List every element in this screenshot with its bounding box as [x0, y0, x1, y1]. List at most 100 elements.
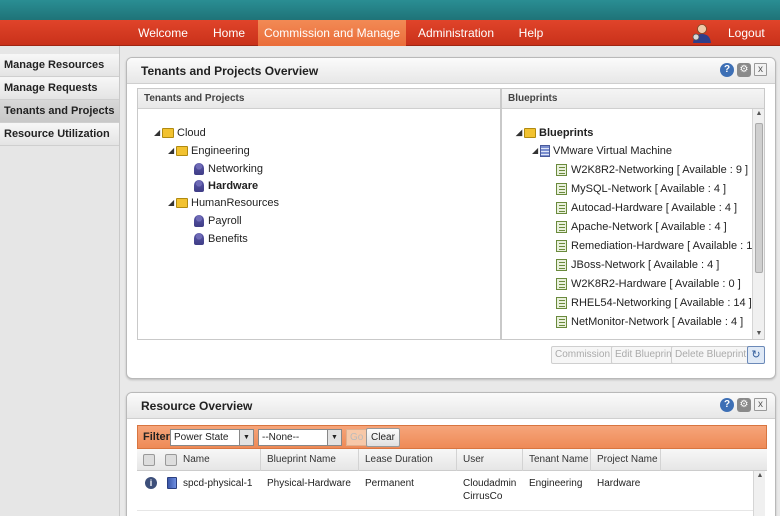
blueprint-label: MySQL-Network [ Available : 4 ]: [571, 183, 727, 195]
sidebar-item-tenants-and-projects[interactable]: Tenants and Projects: [0, 100, 119, 123]
panel-tools: ? ⚙ x: [720, 63, 767, 77]
filter-value-select[interactable]: --None-- ▼: [258, 429, 342, 446]
tree-label: Benefits: [208, 233, 248, 245]
column-select-icon[interactable]: [143, 454, 155, 466]
blueprint-item[interactable]: Remediation-Hardware [ Available : 1 ]: [556, 238, 759, 254]
column-header-lease[interactable]: Lease Duration: [359, 449, 457, 471]
tree-node-benefits[interactable]: Benefits: [194, 231, 248, 247]
blueprint-item[interactable]: MySQL-Network [ Available : 4 ]: [556, 181, 726, 197]
tree-node-payroll[interactable]: Payroll: [194, 213, 242, 229]
cell-blueprint: Physical-Hardware: [267, 478, 351, 489]
tree-node-humanresources[interactable]: ◢ HumanResources: [168, 195, 279, 211]
blueprint-item[interactable]: JBoss-Network [ Available : 4 ]: [556, 257, 719, 273]
collapse-arrow-icon[interactable]: ◢: [154, 125, 162, 141]
blueprint-item[interactable]: RHEL54-Networking [ Available : 14 ]: [556, 295, 752, 311]
cell-user-line-1: Cloudadmin: [463, 478, 517, 489]
close-icon[interactable]: x: [754, 398, 767, 411]
gear-icon[interactable]: ⚙: [737, 398, 751, 412]
left-sidebar: Manage Resources Manage Requests Tenants…: [0, 46, 120, 516]
close-icon[interactable]: x: [754, 63, 767, 76]
blueprint-icon: [556, 202, 567, 214]
blueprint-label: Remediation-Hardware [ Available : 1 ]: [571, 240, 759, 252]
panel-title: Tenants and Projects Overview: [141, 64, 319, 78]
column-header-name[interactable]: Name: [177, 449, 261, 471]
blueprint-icon: [556, 164, 567, 176]
tenants-projects-panel: Tenants and Projects Overview ? ⚙ x Tena…: [126, 57, 776, 379]
blueprint-icon: [556, 259, 567, 271]
column-header-project[interactable]: Project Name: [591, 449, 661, 471]
nav-home[interactable]: Home: [200, 20, 258, 46]
blueprint-item[interactable]: Apache-Network [ Available : 4 ]: [556, 219, 727, 235]
scroll-down-icon[interactable]: ▼: [753, 329, 765, 339]
tree-node-networking[interactable]: Networking: [194, 161, 263, 177]
blueprint-label: RHEL54-Networking [ Available : 14 ]: [571, 297, 752, 309]
chevron-down-icon[interactable]: ▼: [327, 430, 341, 445]
nav-welcome[interactable]: Welcome: [128, 20, 198, 46]
scroll-up-icon[interactable]: ▲: [754, 471, 766, 481]
cell-project: Hardware: [597, 478, 641, 489]
gear-icon[interactable]: ⚙: [737, 63, 751, 77]
tree-node-cloud[interactable]: ◢ Cloud: [154, 125, 206, 141]
tree-label: Cloud: [177, 127, 206, 139]
blueprint-item[interactable]: Autocad-Hardware [ Available : 4 ]: [556, 200, 737, 216]
select-value: --None--: [262, 432, 300, 443]
sidebar-item-resource-utilization[interactable]: Resource Utilization: [0, 123, 119, 146]
go-button[interactable]: Go: [346, 429, 368, 446]
help-icon[interactable]: ?: [720, 63, 734, 77]
cell-user-line-2: CirrusCo: [463, 491, 503, 502]
server-icon: [167, 477, 177, 489]
blueprint-icon: [556, 183, 567, 195]
tree-node-hardware[interactable]: Hardware: [194, 178, 258, 194]
scroll-thumb[interactable]: [755, 123, 763, 273]
info-icon[interactable]: i: [145, 477, 157, 489]
tree-node-vmware[interactable]: ◢ VMware Virtual Machine: [532, 143, 672, 159]
column-header-user[interactable]: User: [457, 449, 523, 471]
power-state-select[interactable]: Power State ▼: [170, 429, 254, 446]
help-icon[interactable]: ?: [720, 398, 734, 412]
blueprint-label: JBoss-Network [ Available : 4 ]: [571, 259, 720, 271]
tree-node-blueprints[interactable]: ◢ Blueprints: [516, 125, 593, 141]
edit-blueprint-button[interactable]: Edit Blueprint: [611, 346, 679, 364]
blueprint-icon: [556, 240, 567, 252]
project-icon: [194, 233, 204, 245]
column-header-blueprint[interactable]: Blueprint Name: [261, 449, 359, 471]
logout-link[interactable]: Logout: [728, 20, 765, 46]
refresh-icon[interactable]: ↻: [747, 346, 765, 364]
tree-label: Blueprints: [539, 127, 594, 139]
blueprint-icon: [556, 297, 567, 309]
scroll-up-icon[interactable]: ▲: [753, 109, 765, 119]
commission-button[interactable]: Commission: [551, 346, 615, 364]
folder-icon: [524, 128, 536, 138]
project-icon: [194, 180, 204, 192]
collapse-arrow-icon[interactable]: ◢: [516, 125, 524, 141]
filter-bar: Filter Power State ▼ --None-- ▼ Go Clear: [137, 425, 767, 449]
blueprint-icon: [556, 278, 567, 290]
collapse-arrow-icon[interactable]: ◢: [168, 143, 176, 159]
column-header-tenant[interactable]: Tenant Name: [523, 449, 591, 471]
blueprint-item[interactable]: W2K8R2-Hardware [ Available : 0 ]: [556, 276, 741, 292]
tree-node-engineering[interactable]: ◢ Engineering: [168, 143, 250, 159]
resource-scrollbar[interactable]: ▲: [753, 471, 765, 516]
blueprint-item[interactable]: NetMonitor-Network [ Available : 4 ]: [556, 314, 743, 330]
column-type-icon[interactable]: [165, 454, 177, 466]
collapse-arrow-icon[interactable]: ◢: [532, 143, 540, 159]
tree-label: Hardware: [208, 180, 259, 192]
nav-administration[interactable]: Administration: [408, 20, 504, 46]
blueprints-scrollbar[interactable]: ▲ ▼: [752, 109, 764, 339]
clear-button[interactable]: Clear: [366, 428, 400, 447]
cell-user: Cloudadmin CirrusCo: [457, 477, 516, 503]
user-profile-icon[interactable]: [690, 23, 714, 43]
nav-help[interactable]: Help: [506, 20, 556, 46]
sidebar-item-manage-requests[interactable]: Manage Requests: [0, 77, 119, 100]
chevron-down-icon[interactable]: ▼: [239, 430, 253, 445]
delete-blueprint-button[interactable]: Delete Blueprint: [671, 346, 751, 364]
folder-icon: [176, 146, 188, 156]
folder-icon: [162, 128, 174, 138]
nav-commission-and-manage[interactable]: Commission and Manage: [258, 20, 406, 46]
cell-name[interactable]: spcd-physical-1: [177, 477, 252, 490]
collapse-arrow-icon[interactable]: ◢: [168, 195, 176, 211]
sidebar-item-manage-resources[interactable]: Manage Resources: [0, 54, 119, 77]
table-row[interactable]: i spcd-physical-1 Physical-Hardware Perm…: [137, 471, 753, 511]
blueprint-label: Autocad-Hardware [ Available : 4 ]: [571, 202, 738, 214]
blueprint-item[interactable]: W2K8R2-Networking [ Available : 9 ]: [556, 162, 748, 178]
